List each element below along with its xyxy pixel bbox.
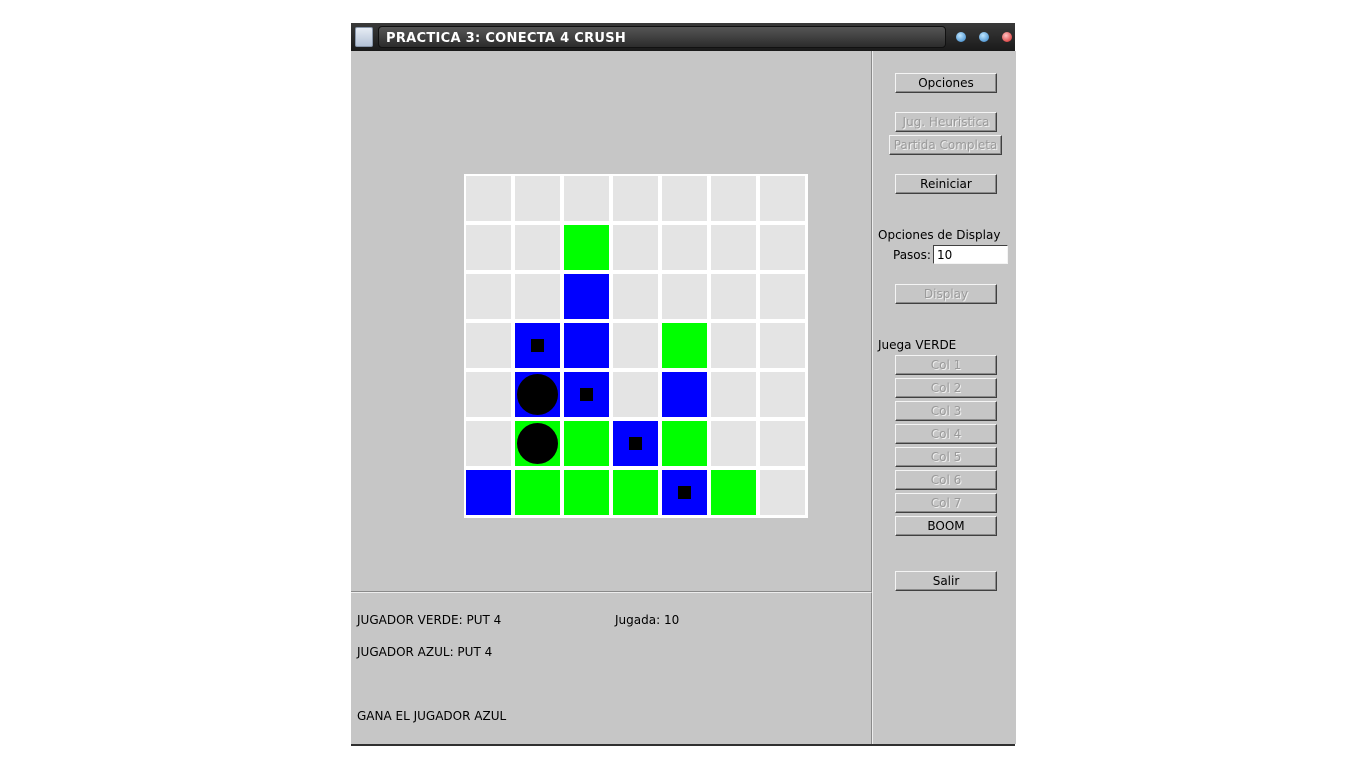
column-1-button[interactable]: Col 1 xyxy=(895,355,997,375)
green-piece-cell xyxy=(711,470,756,515)
empty-cell xyxy=(760,421,805,466)
green-player-status: JUGADOR VERDE: PUT 4 xyxy=(357,613,502,627)
empty-cell xyxy=(711,323,756,368)
empty-cell xyxy=(760,372,805,417)
steps-label: Pasos: xyxy=(893,248,931,262)
blue-piece-cell xyxy=(515,323,560,368)
empty-cell xyxy=(613,323,658,368)
green-piece-cell xyxy=(564,421,609,466)
empty-cell xyxy=(466,372,511,417)
blue-piece-cell xyxy=(564,323,609,368)
empty-cell xyxy=(711,274,756,319)
full-game-button[interactable]: Partida Completa xyxy=(889,135,1002,155)
green-piece-cell xyxy=(515,421,560,466)
heuristic-play-button[interactable]: Jug. Heuristica xyxy=(895,112,997,132)
column-4-button[interactable]: Col 4 xyxy=(895,424,997,444)
empty-cell xyxy=(711,372,756,417)
game-board xyxy=(464,174,808,518)
disc-marker-icon xyxy=(517,423,558,464)
empty-cell xyxy=(711,176,756,221)
empty-cell xyxy=(515,274,560,319)
game-result: GANA EL JUGADOR AZUL xyxy=(357,709,507,723)
empty-cell xyxy=(466,225,511,270)
move-counter: Jugada: 10 xyxy=(615,613,680,627)
title-bar[interactable]: PRACTICA 3: CONECTA 4 CRUSH xyxy=(351,23,1015,51)
square-marker-icon xyxy=(580,388,593,401)
blue-piece-cell xyxy=(466,470,511,515)
column-2-button[interactable]: Col 2 xyxy=(895,378,997,398)
green-piece-cell xyxy=(515,470,560,515)
empty-cell xyxy=(613,225,658,270)
empty-cell xyxy=(760,323,805,368)
restart-button[interactable]: Reiniciar xyxy=(895,174,997,194)
blue-piece-cell xyxy=(662,372,707,417)
boom-button[interactable]: BOOM xyxy=(895,516,997,536)
empty-cell xyxy=(760,225,805,270)
column-5-button[interactable]: Col 5 xyxy=(895,447,997,467)
green-piece-cell xyxy=(662,421,707,466)
blue-piece-cell xyxy=(613,421,658,466)
empty-cell xyxy=(613,274,658,319)
app-window: PRACTICA 3: CONECTA 4 CRUSH JUGADOR VERD… xyxy=(351,23,1016,746)
empty-cell xyxy=(760,274,805,319)
square-marker-icon xyxy=(629,437,642,450)
green-piece-cell xyxy=(613,470,658,515)
window-bottom-border xyxy=(351,744,1015,746)
title-tab[interactable]: PRACTICA 3: CONECTA 4 CRUSH xyxy=(378,26,946,48)
options-button[interactable]: Opciones xyxy=(895,73,997,93)
empty-cell xyxy=(711,225,756,270)
minimize-icon[interactable] xyxy=(956,32,966,42)
empty-cell xyxy=(466,421,511,466)
blue-piece-cell xyxy=(564,274,609,319)
close-icon[interactable] xyxy=(1002,32,1012,42)
window-title: PRACTICA 3: CONECTA 4 CRUSH xyxy=(386,31,627,46)
empty-cell xyxy=(515,176,560,221)
empty-cell xyxy=(466,274,511,319)
blue-piece-cell xyxy=(564,372,609,417)
app-icon[interactable] xyxy=(355,27,373,47)
exit-button[interactable]: Salir xyxy=(895,571,997,591)
empty-cell xyxy=(711,421,756,466)
empty-cell xyxy=(760,176,805,221)
green-piece-cell xyxy=(662,323,707,368)
column-7-button[interactable]: Col 7 xyxy=(895,493,997,513)
maximize-icon[interactable] xyxy=(979,32,989,42)
display-button[interactable]: Display xyxy=(895,284,997,304)
empty-cell xyxy=(760,470,805,515)
square-marker-icon xyxy=(531,339,544,352)
square-marker-icon xyxy=(678,486,691,499)
empty-cell xyxy=(613,176,658,221)
disc-marker-icon xyxy=(517,374,558,415)
green-piece-cell xyxy=(564,225,609,270)
green-piece-cell xyxy=(564,470,609,515)
empty-cell xyxy=(466,176,511,221)
empty-cell xyxy=(662,176,707,221)
status-area: JUGADOR VERDE: PUT 4 Jugada: 10 JUGADOR … xyxy=(351,592,872,745)
column-6-button[interactable]: Col 6 xyxy=(895,470,997,490)
blue-piece-cell xyxy=(515,372,560,417)
empty-cell xyxy=(613,372,658,417)
steps-input[interactable] xyxy=(933,245,1008,264)
column-3-button[interactable]: Col 3 xyxy=(895,401,997,421)
display-options-label: Opciones de Display xyxy=(878,228,1001,242)
empty-cell xyxy=(662,225,707,270)
board-area xyxy=(351,51,872,592)
empty-cell xyxy=(564,176,609,221)
empty-cell xyxy=(662,274,707,319)
empty-cell xyxy=(515,225,560,270)
empty-cell xyxy=(466,323,511,368)
control-panel: Opciones Jug. Heuristica Partida Complet… xyxy=(872,51,1016,744)
blue-piece-cell xyxy=(662,470,707,515)
turn-label: Juega VERDE xyxy=(878,338,957,352)
blue-player-status: JUGADOR AZUL: PUT 4 xyxy=(357,645,493,659)
